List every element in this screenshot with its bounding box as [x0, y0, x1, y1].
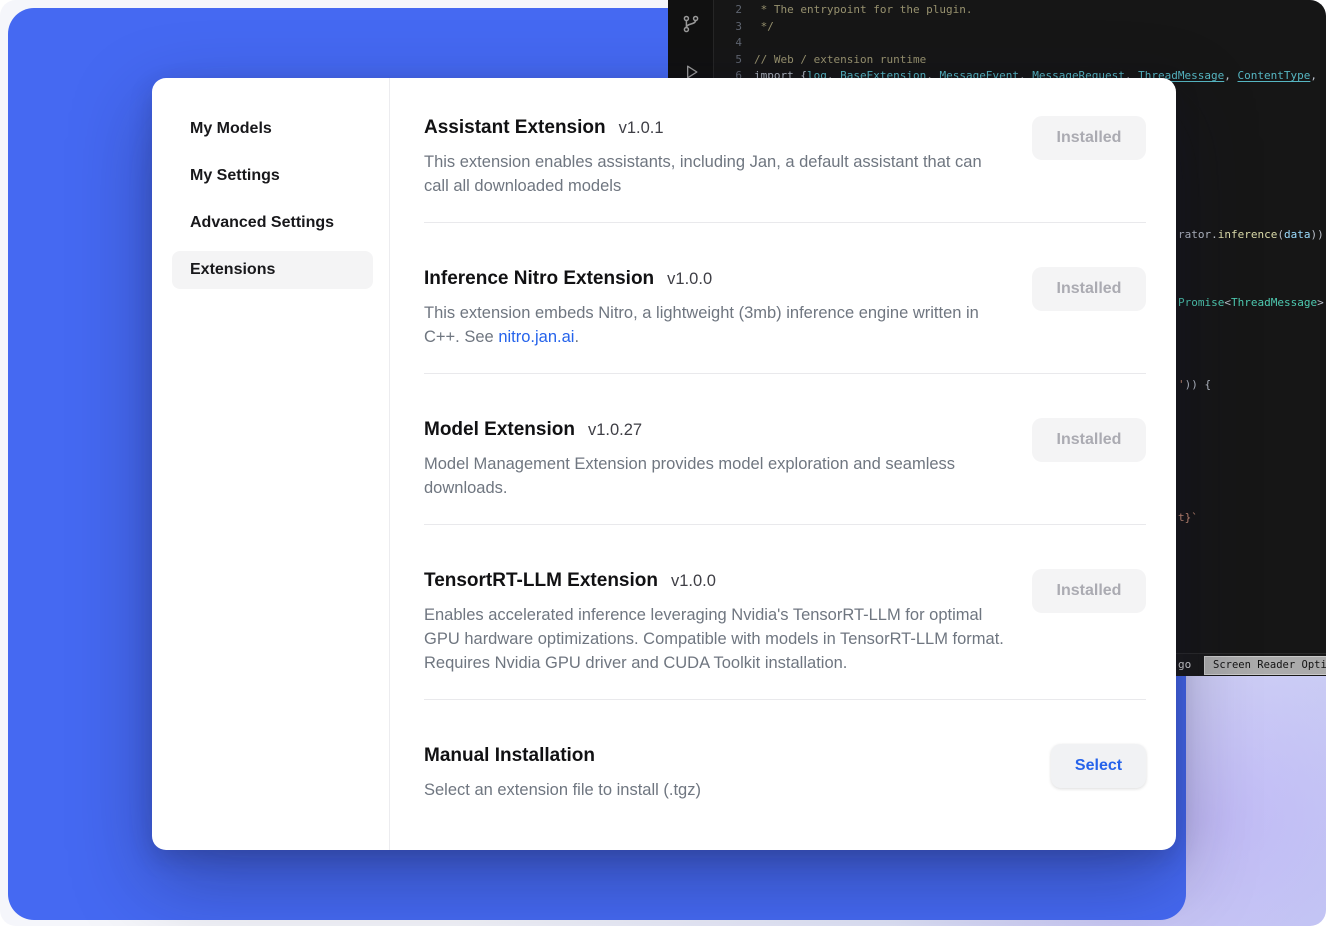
sidebar-nav: My Models My Settings Advanced Settings … — [152, 78, 390, 850]
sidebar-item-label: Extensions — [190, 261, 275, 278]
desktop-background: 2 * The entrypoint for the plugin. 3 */ … — [0, 0, 1326, 926]
code-token: t}` — [1178, 511, 1198, 524]
extension-description: This extension enables assistants, inclu… — [424, 150, 1008, 198]
code-fragment: ')) { — [1178, 378, 1211, 392]
extension-title: Manual Installation — [424, 742, 595, 770]
code-text: */ — [754, 19, 774, 36]
extension-section-assistant-extension: Assistant Extension v1.0.1 This extensio… — [424, 114, 1146, 223]
code-text: * The entrypoint for the plugin. — [754, 2, 973, 19]
line-number: 4 — [714, 35, 742, 52]
code-token: )); — [1310, 228, 1326, 241]
code-token: inference — [1218, 228, 1278, 241]
code-token: rator. — [1178, 228, 1218, 241]
code-token: , — [1224, 69, 1237, 82]
installed-button-inference-nitro-extension[interactable]: Installed — [1032, 267, 1146, 311]
settings-modal: My Models My Settings Advanced Settings … — [152, 78, 1176, 850]
extension-heading: Manual Installation — [424, 742, 701, 770]
code-token: // Web / extension runtime — [754, 53, 926, 66]
extension-description: Select an extension file to install (.tg… — [424, 778, 701, 802]
extension-text-block: Assistant Extension v1.0.1 This extensio… — [424, 114, 1008, 198]
code-token: Promise — [1178, 296, 1224, 309]
extension-description: This extension embeds Nitro, a lightweig… — [424, 301, 1008, 349]
code-token: */ — [754, 20, 774, 33]
extension-text-block: Manual Installation Select an extension … — [424, 742, 701, 802]
select-button-manual-installation[interactable]: Select — [1051, 744, 1146, 788]
extension-description: Enables accelerated inference leveraging… — [424, 603, 1008, 675]
source-control-icon[interactable] — [679, 12, 703, 36]
extension-text-block: Inference Nitro Extension v1.0.0 This ex… — [424, 265, 1008, 349]
code-line: 3 */ — [714, 19, 1326, 36]
extension-version: v1.0.27 — [588, 421, 642, 440]
sidebar-item-label: My Settings — [190, 167, 280, 184]
code-fragment: Promise<ThreadMessage> — [1178, 296, 1324, 310]
installed-button-tensortrt-llm-extension[interactable]: Installed — [1032, 569, 1146, 613]
extension-section-model-extension: Model Extension v1.0.27 Model Management… — [424, 416, 1146, 525]
extensions-list: Assistant Extension v1.0.1 This extensio… — [390, 78, 1176, 850]
extension-heading: TensortRT-LLM Extension v1.0.0 — [424, 567, 1008, 595]
code-token: < — [1224, 296, 1231, 309]
sidebar-item-extensions[interactable]: Extensions — [172, 251, 373, 289]
code-token: , — [1310, 69, 1323, 82]
installed-button-model-extension[interactable]: Installed — [1032, 418, 1146, 462]
line-number: 3 — [714, 19, 742, 36]
line-number: 2 — [714, 2, 742, 19]
code-token: > — [1317, 296, 1324, 309]
screen-reader-status-badge: Screen Reader Optimized — [1204, 656, 1326, 675]
extension-title: TensortRT-LLM Extension — [424, 567, 658, 595]
editor-code-lines: 2 * The entrypoint for the plugin. 3 */ … — [714, 2, 1326, 85]
code-token: ' — [1178, 378, 1185, 391]
nitro-jan-ai-link[interactable]: nitro.jan.ai — [498, 328, 574, 346]
sidebar-item-my-models[interactable]: My Models — [172, 110, 373, 148]
code-token: ThreadMessage — [1231, 296, 1317, 309]
sidebar-item-my-settings[interactable]: My Settings — [172, 157, 373, 195]
code-token: data — [1284, 228, 1311, 241]
code-fragment: rator.inference(data)); — [1178, 228, 1326, 242]
code-fragment: t}` — [1178, 511, 1198, 525]
code-line: 4 — [714, 35, 1326, 52]
code-token: )) { — [1185, 378, 1212, 391]
code-text: // Web / extension runtime — [754, 52, 926, 69]
extension-text-block: TensortRT-LLM Extension v1.0.0 Enables a… — [424, 567, 1008, 675]
statusbar-text: go — [1178, 654, 1191, 676]
extension-section-tensortrt-llm-extension: TensortRT-LLM Extension v1.0.0 Enables a… — [424, 567, 1146, 700]
sidebar-item-advanced-settings[interactable]: Advanced Settings — [172, 204, 373, 242]
extension-title: Assistant Extension — [424, 114, 606, 142]
extension-text-block: Model Extension v1.0.27 Model Management… — [424, 416, 1008, 500]
code-line: 5 // Web / extension runtime — [714, 52, 1326, 69]
installed-button-assistant-extension[interactable]: Installed — [1032, 116, 1146, 160]
code-token: ContentType — [1238, 69, 1311, 82]
extension-heading: Model Extension v1.0.27 — [424, 416, 1008, 444]
sidebar-item-label: My Models — [190, 120, 272, 137]
extension-section-manual-installation: Manual Installation Select an extension … — [424, 742, 1146, 826]
code-token: * The entrypoint for the plugin. — [754, 3, 973, 16]
code-token: ( — [1277, 228, 1284, 241]
extension-heading: Assistant Extension v1.0.1 — [424, 114, 1008, 142]
extension-description: Model Management Extension provides mode… — [424, 452, 1008, 500]
extension-version: v1.0.1 — [619, 119, 664, 138]
sidebar-item-label: Advanced Settings — [190, 214, 334, 231]
line-number: 5 — [714, 52, 742, 69]
extension-section-inference-nitro-extension: Inference Nitro Extension v1.0.0 This ex… — [424, 265, 1146, 374]
code-line: 2 * The entrypoint for the plugin. — [714, 2, 1326, 19]
extension-title: Inference Nitro Extension — [424, 265, 654, 293]
extension-version: v1.0.0 — [667, 270, 712, 289]
extension-version: v1.0.0 — [671, 572, 716, 591]
extension-title: Model Extension — [424, 416, 575, 444]
extension-heading: Inference Nitro Extension v1.0.0 — [424, 265, 1008, 293]
